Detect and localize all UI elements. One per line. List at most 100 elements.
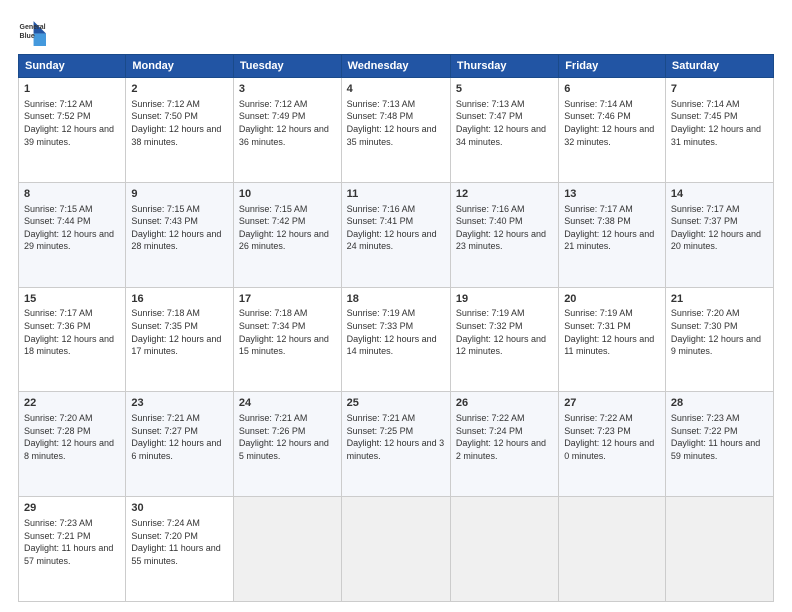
table-row: 13Sunrise: 7:17 AM Sunset: 7:38 PM Dayli… [559,182,666,287]
day-number: 18 [347,292,445,307]
day-cell-content: Sunrise: 7:14 AM Sunset: 7:46 PM Dayligh… [564,98,660,148]
day-cell-content: Sunrise: 7:24 AM Sunset: 7:20 PM Dayligh… [131,517,228,567]
day-number: 13 [564,187,660,202]
day-number: 1 [24,82,120,97]
day-cell-content: Sunrise: 7:13 AM Sunset: 7:48 PM Dayligh… [347,98,445,148]
table-row: 8Sunrise: 7:15 AM Sunset: 7:44 PM Daylig… [19,182,126,287]
day-number: 15 [24,292,120,307]
table-row: 4Sunrise: 7:13 AM Sunset: 7:48 PM Daylig… [341,78,450,183]
day-number: 25 [347,396,445,411]
table-row: 3Sunrise: 7:12 AM Sunset: 7:49 PM Daylig… [233,78,341,183]
day-cell-content: Sunrise: 7:19 AM Sunset: 7:32 PM Dayligh… [456,307,553,357]
day-number: 27 [564,396,660,411]
table-row: 1Sunrise: 7:12 AM Sunset: 7:52 PM Daylig… [19,78,126,183]
table-row: 24Sunrise: 7:21 AM Sunset: 7:26 PM Dayli… [233,392,341,497]
table-row: 27Sunrise: 7:22 AM Sunset: 7:23 PM Dayli… [559,392,666,497]
table-row: 28Sunrise: 7:23 AM Sunset: 7:22 PM Dayli… [665,392,773,497]
day-number: 20 [564,292,660,307]
table-row: 15Sunrise: 7:17 AM Sunset: 7:36 PM Dayli… [19,287,126,392]
day-number: 14 [671,187,768,202]
day-number: 3 [239,82,336,97]
table-row [665,497,773,602]
table-row: 11Sunrise: 7:16 AM Sunset: 7:41 PM Dayli… [341,182,450,287]
day-number: 2 [131,82,228,97]
day-cell-content: Sunrise: 7:18 AM Sunset: 7:34 PM Dayligh… [239,307,336,357]
logo: General Blue [18,18,46,46]
day-cell-content: Sunrise: 7:22 AM Sunset: 7:23 PM Dayligh… [564,412,660,462]
day-cell-content: Sunrise: 7:15 AM Sunset: 7:44 PM Dayligh… [24,203,120,253]
day-cell-content: Sunrise: 7:18 AM Sunset: 7:35 PM Dayligh… [131,307,228,357]
day-number: 26 [456,396,553,411]
table-row: 16Sunrise: 7:18 AM Sunset: 7:35 PM Dayli… [126,287,234,392]
day-number: 30 [131,501,228,516]
day-number: 4 [347,82,445,97]
day-cell-content: Sunrise: 7:22 AM Sunset: 7:24 PM Dayligh… [456,412,553,462]
day-number: 16 [131,292,228,307]
day-number: 19 [456,292,553,307]
table-row: 5Sunrise: 7:13 AM Sunset: 7:47 PM Daylig… [450,78,558,183]
table-row [233,497,341,602]
day-cell-content: Sunrise: 7:14 AM Sunset: 7:45 PM Dayligh… [671,98,768,148]
day-number: 6 [564,82,660,97]
table-row: 21Sunrise: 7:20 AM Sunset: 7:30 PM Dayli… [665,287,773,392]
day-cell-content: Sunrise: 7:17 AM Sunset: 7:37 PM Dayligh… [671,203,768,253]
calendar-day-header: Saturday [665,55,773,78]
logo-icon: General Blue [18,18,46,46]
table-row: 19Sunrise: 7:19 AM Sunset: 7:32 PM Dayli… [450,287,558,392]
table-row: 26Sunrise: 7:22 AM Sunset: 7:24 PM Dayli… [450,392,558,497]
day-number: 29 [24,501,120,516]
day-cell-content: Sunrise: 7:23 AM Sunset: 7:21 PM Dayligh… [24,517,120,567]
day-cell-content: Sunrise: 7:17 AM Sunset: 7:38 PM Dayligh… [564,203,660,253]
day-cell-content: Sunrise: 7:15 AM Sunset: 7:43 PM Dayligh… [131,203,228,253]
calendar-week-row: 8Sunrise: 7:15 AM Sunset: 7:44 PM Daylig… [19,182,774,287]
day-cell-content: Sunrise: 7:23 AM Sunset: 7:22 PM Dayligh… [671,412,768,462]
day-number: 10 [239,187,336,202]
table-row: 23Sunrise: 7:21 AM Sunset: 7:27 PM Dayli… [126,392,234,497]
calendar-day-header: Monday [126,55,234,78]
day-number: 24 [239,396,336,411]
table-row [341,497,450,602]
day-number: 17 [239,292,336,307]
svg-text:General: General [20,24,46,31]
day-cell-content: Sunrise: 7:21 AM Sunset: 7:27 PM Dayligh… [131,412,228,462]
day-cell-content: Sunrise: 7:19 AM Sunset: 7:31 PM Dayligh… [564,307,660,357]
day-cell-content: Sunrise: 7:13 AM Sunset: 7:47 PM Dayligh… [456,98,553,148]
table-row: 9Sunrise: 7:15 AM Sunset: 7:43 PM Daylig… [126,182,234,287]
table-row: 17Sunrise: 7:18 AM Sunset: 7:34 PM Dayli… [233,287,341,392]
day-cell-content: Sunrise: 7:15 AM Sunset: 7:42 PM Dayligh… [239,203,336,253]
table-row: 29Sunrise: 7:23 AM Sunset: 7:21 PM Dayli… [19,497,126,602]
calendar-day-header: Sunday [19,55,126,78]
calendar-week-row: 1Sunrise: 7:12 AM Sunset: 7:52 PM Daylig… [19,78,774,183]
calendar-week-row: 22Sunrise: 7:20 AM Sunset: 7:28 PM Dayli… [19,392,774,497]
day-number: 12 [456,187,553,202]
table-row [450,497,558,602]
day-number: 28 [671,396,768,411]
calendar-day-header: Friday [559,55,666,78]
calendar-body: 1Sunrise: 7:12 AM Sunset: 7:52 PM Daylig… [19,78,774,602]
calendar-day-header: Thursday [450,55,558,78]
table-row: 12Sunrise: 7:16 AM Sunset: 7:40 PM Dayli… [450,182,558,287]
day-number: 5 [456,82,553,97]
day-number: 7 [671,82,768,97]
table-row: 18Sunrise: 7:19 AM Sunset: 7:33 PM Dayli… [341,287,450,392]
day-number: 22 [24,396,120,411]
day-number: 9 [131,187,228,202]
calendar-table: SundayMondayTuesdayWednesdayThursdayFrid… [18,54,774,602]
day-cell-content: Sunrise: 7:12 AM Sunset: 7:52 PM Dayligh… [24,98,120,148]
day-cell-content: Sunrise: 7:21 AM Sunset: 7:25 PM Dayligh… [347,412,445,462]
day-cell-content: Sunrise: 7:12 AM Sunset: 7:50 PM Dayligh… [131,98,228,148]
calendar-week-row: 29Sunrise: 7:23 AM Sunset: 7:21 PM Dayli… [19,497,774,602]
table-row: 20Sunrise: 7:19 AM Sunset: 7:31 PM Dayli… [559,287,666,392]
table-row: 25Sunrise: 7:21 AM Sunset: 7:25 PM Dayli… [341,392,450,497]
day-cell-content: Sunrise: 7:12 AM Sunset: 7:49 PM Dayligh… [239,98,336,148]
day-number: 21 [671,292,768,307]
table-row: 10Sunrise: 7:15 AM Sunset: 7:42 PM Dayli… [233,182,341,287]
table-row: 6Sunrise: 7:14 AM Sunset: 7:46 PM Daylig… [559,78,666,183]
table-row: 2Sunrise: 7:12 AM Sunset: 7:50 PM Daylig… [126,78,234,183]
day-number: 23 [131,396,228,411]
day-cell-content: Sunrise: 7:19 AM Sunset: 7:33 PM Dayligh… [347,307,445,357]
day-cell-content: Sunrise: 7:16 AM Sunset: 7:41 PM Dayligh… [347,203,445,253]
day-cell-content: Sunrise: 7:20 AM Sunset: 7:30 PM Dayligh… [671,307,768,357]
day-number: 8 [24,187,120,202]
table-row: 7Sunrise: 7:14 AM Sunset: 7:45 PM Daylig… [665,78,773,183]
